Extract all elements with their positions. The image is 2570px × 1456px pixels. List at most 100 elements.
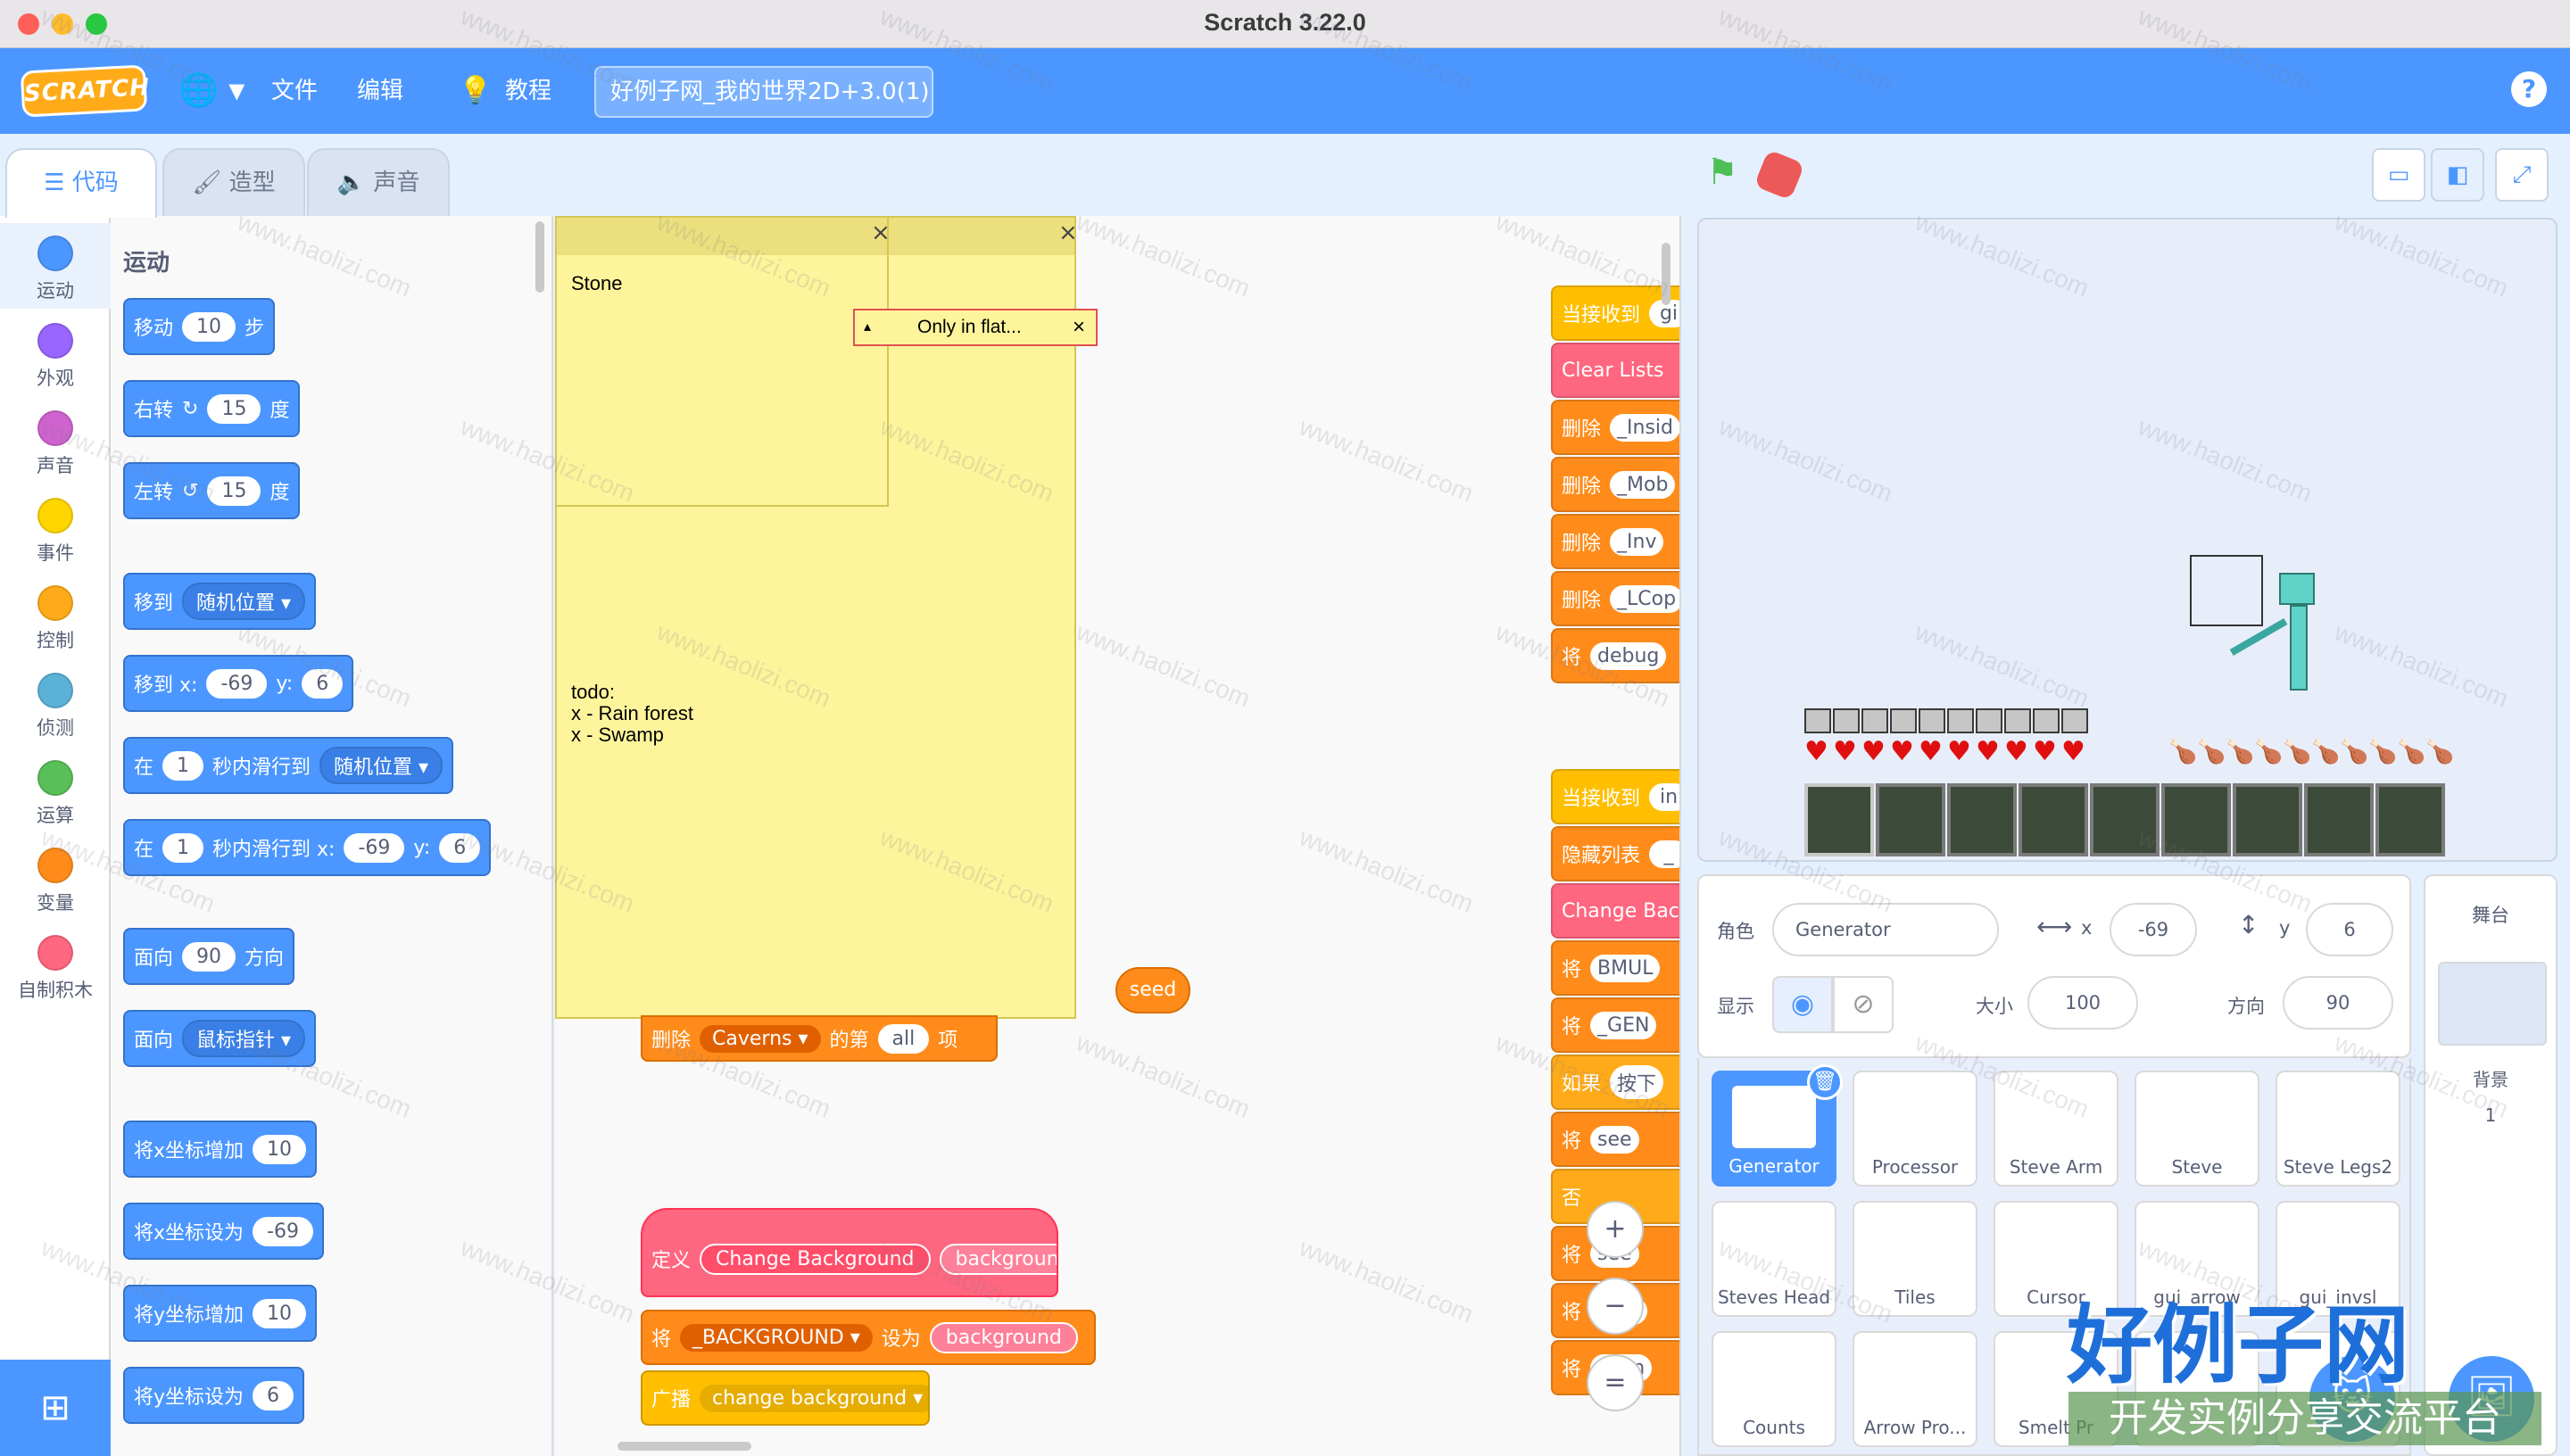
stacked-block[interactable]: 隐藏列表 _ <box>1551 826 1679 881</box>
stacked-block[interactable]: Change Back <box>1551 883 1679 939</box>
zoom-out-button[interactable]: − <box>1587 1278 1644 1335</box>
block-input[interactable]: _GEN <box>1590 1011 1657 1039</box>
sprite-tile[interactable]: Arrow Pro... <box>1853 1331 1977 1447</box>
stacked-block[interactable]: 将 BMUL <box>1551 940 1679 996</box>
project-title-input[interactable]: 好例子网_我的世界2D+3.0(1) <box>594 66 933 118</box>
sprite-tile[interactable]: Processor <box>1853 1071 1977 1187</box>
palette-scrollbar[interactable] <box>535 221 544 293</box>
steps-input[interactable]: 10 <box>182 311 236 342</box>
collapsed-comment[interactable]: ▴ Only in flat... × <box>853 309 1098 346</box>
stop-icon[interactable] <box>1753 149 1805 201</box>
tab-code[interactable]: ☰ 代码 <box>5 148 157 218</box>
category-8[interactable]: 自制积木 <box>0 922 111 1008</box>
sprite-tile[interactable]: Generator 🗑 <box>1712 1064 1843 1187</box>
category-4[interactable]: 控制 <box>0 573 111 658</box>
stacked-block[interactable]: 删除 _Insid <box>1551 400 1679 455</box>
block-input[interactable]: _Inv <box>1610 527 1664 556</box>
variable-dropdown[interactable]: _BACKGROUND <box>680 1323 873 1352</box>
argument-reporter[interactable]: background <box>929 1321 1078 1353</box>
block-input[interactable]: _Mob <box>1610 470 1676 499</box>
x-input[interactable]: -69 <box>206 668 268 699</box>
target-dropdown[interactable]: 随机位置 <box>182 583 306 620</box>
hotbar-slot[interactable] <box>1876 783 1945 856</box>
block-input[interactable]: BMUL <box>1590 954 1661 982</box>
horizontal-scrollbar[interactable] <box>618 1442 751 1451</box>
stacked-block[interactable]: 将 _GEN <box>1551 997 1679 1053</box>
hotbar-slot[interactable] <box>2019 783 2088 856</box>
menu-edit[interactable]: 编辑 <box>357 48 403 134</box>
block-set-y[interactable]: 将y坐标设为 6 <box>123 1367 305 1424</box>
hotbar-slot[interactable] <box>2304 783 2374 856</box>
tab-sounds[interactable]: 🔈 声音 <box>307 148 450 218</box>
comment-text[interactable]: Stone <box>571 273 623 294</box>
scratch-logo[interactable]: SCRATCH <box>20 64 151 118</box>
direction-input[interactable]: 90 <box>182 941 236 972</box>
tab-costumes[interactable]: 🖌 造型 <box>162 148 305 218</box>
value-input[interactable]: -69 <box>253 1216 313 1246</box>
hotbar-slot[interactable] <box>2233 783 2302 856</box>
degrees-input[interactable]: 15 <box>207 393 261 424</box>
category-3[interactable]: 事件 <box>0 485 111 571</box>
block-glide-xy[interactable]: 在 1 秒内滑行到 x: -69 y: 6 <box>123 819 492 876</box>
block-input[interactable]: in <box>1649 782 1679 811</box>
stacked-block[interactable]: 删除 _Inv <box>1551 514 1679 569</box>
y-input[interactable]: 6 <box>2306 903 2393 956</box>
block-move-steps[interactable]: 移动 10 步 <box>123 298 276 355</box>
stacked-block[interactable]: 删除 _Mob <box>1551 457 1679 512</box>
close-icon[interactable]: × <box>871 219 891 246</box>
block-goto[interactable]: 移到 随机位置 <box>123 573 317 630</box>
sprite-tile[interactable]: Steve <box>2135 1071 2259 1187</box>
normal-stage-button[interactable]: ◧ <box>2431 148 2484 202</box>
block-change-x[interactable]: 将x坐标增加 10 <box>123 1121 318 1178</box>
backdrop-thumbnail[interactable] <box>2438 962 2547 1046</box>
comment-text[interactable]: todo: x - Rain forest x - Swamp <box>571 682 693 746</box>
message-dropdown[interactable]: change background <box>700 1384 928 1412</box>
block-turn-right[interactable]: 右转 ↻ 15 度 <box>123 380 301 437</box>
block-input[interactable]: _LCop <box>1610 584 1679 613</box>
block-input[interactable]: _Insid <box>1610 413 1679 442</box>
block-set-x[interactable]: 将x坐标设为 -69 <box>123 1203 324 1260</box>
script-area[interactable]: ▾ × todo: x - Rain forest x - Swamp × St… <box>555 216 1681 1456</box>
seed-variable-reporter[interactable]: seed <box>1115 967 1190 1013</box>
sprite-tile[interactable]: Steve Legs2 <box>2276 1071 2400 1187</box>
small-stage-button[interactable]: ▭ <box>2372 148 2425 202</box>
expand-icon[interactable]: ▴ <box>864 310 871 344</box>
stacked-block[interactable]: 当接收到 in <box>1551 769 1679 824</box>
sprite-tile[interactable]: Counts <box>1712 1331 1836 1447</box>
add-extension-button[interactable]: ⊞ <box>0 1360 111 1456</box>
zoom-reset-button[interactable]: = <box>1587 1354 1644 1411</box>
index-input[interactable]: all <box>877 1023 930 1054</box>
block-input[interactable]: see <box>1590 1125 1639 1154</box>
green-flag-icon[interactable]: ⚑ <box>1706 152 1738 193</box>
block-input[interactable]: _ <box>1649 840 1679 868</box>
block-point-direction[interactable]: 面向 90 方向 <box>123 928 295 985</box>
list-dropdown[interactable]: Caverns <box>700 1024 821 1053</box>
hotbar-slot[interactable] <box>1947 783 2017 856</box>
category-1[interactable]: 外观 <box>0 310 111 396</box>
help-icon[interactable]: ? <box>2511 71 2547 107</box>
stacked-block[interactable]: 删除 _LCop <box>1551 571 1679 626</box>
block-glide[interactable]: 在 1 秒内滑行到 随机位置 <box>123 737 454 794</box>
seconds-input[interactable]: 1 <box>162 750 204 781</box>
value-input[interactable]: 6 <box>253 1380 294 1410</box>
category-5[interactable]: 侦测 <box>0 660 111 746</box>
value-input[interactable]: 10 <box>253 1134 307 1164</box>
seconds-input[interactable]: 1 <box>162 832 204 863</box>
delete-sprite-icon[interactable]: 🗑 <box>1807 1064 1843 1100</box>
x-input[interactable]: -69 <box>344 832 405 863</box>
show-eye-icon[interactable]: ◉ <box>1772 976 1833 1033</box>
direction-input[interactable]: 90 <box>2283 976 2393 1030</box>
x-input[interactable]: -69 <box>2110 903 2197 956</box>
stacked-block[interactable]: Clear Lists <box>1551 343 1679 398</box>
hotbar-slot[interactable] <box>2375 783 2445 856</box>
fullscreen-button[interactable]: ⤢ <box>2495 148 2549 202</box>
size-input[interactable]: 100 <box>2027 976 2138 1030</box>
stage-canvas[interactable]: ♥ 🍗 ♥ 🍗 ♥ 🍗 ♥ 🍗 ♥ 🍗 ♥ 🍗 ♥ 🍗 ♥ 🍗 ♥ 🍗 ♥ 🍗 <box>1697 218 2558 862</box>
close-icon[interactable]: × <box>1073 310 1085 344</box>
category-6[interactable]: 运算 <box>0 748 111 833</box>
hide-eye-icon[interactable]: ⊘ <box>1833 976 1894 1033</box>
value-input[interactable]: 10 <box>253 1298 307 1328</box>
category-0[interactable]: 运动 <box>0 223 111 309</box>
target-dropdown[interactable]: 随机位置 <box>319 747 444 784</box>
block-broadcast[interactable]: 广播 change background <box>641 1370 930 1426</box>
